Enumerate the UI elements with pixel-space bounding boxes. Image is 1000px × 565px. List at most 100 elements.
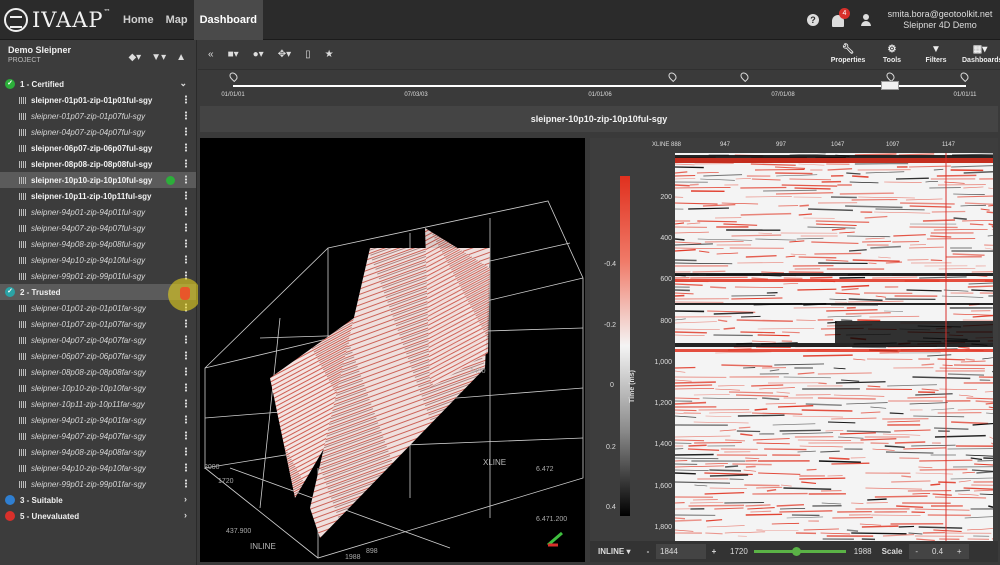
dataset-item[interactable]: sleipner-94p01-zip-94p01far-sgy xyxy=(0,412,196,428)
filter-icon[interactable]: ▼▾ xyxy=(151,52,166,63)
timeline-handle[interactable] xyxy=(881,81,899,90)
kebab-menu-icon[interactable] xyxy=(185,159,187,168)
kebab-menu-icon[interactable] xyxy=(185,143,187,152)
chevron-right-icon[interactable]: › xyxy=(184,494,187,504)
inline-number-input[interactable]: 1844 xyxy=(656,544,706,559)
increment-button[interactable]: + xyxy=(706,547,722,556)
kebab-menu-icon[interactable] xyxy=(185,463,187,472)
timeline-pin-icon[interactable] xyxy=(227,70,240,83)
dataset-item[interactable]: sleipner-10p11-zip-10p11far-sgy xyxy=(0,396,196,412)
group-trusted[interactable]: ✓ 2 - Trusted xyxy=(0,284,196,300)
dataset-item[interactable]: sleipner-99p01-zip-99p01ful-sgy xyxy=(0,268,196,284)
colorbar-tick: 0 xyxy=(610,382,614,389)
dataset-item[interactable]: sleipner-94p08-zip-94p08far-sgy xyxy=(0,444,196,460)
properties-button[interactable]: 🔧︎ Properties xyxy=(830,44,866,64)
dataset-item[interactable]: sleipner-01p07-zip-01p07ful-sgy xyxy=(0,108,196,124)
scale-increment-button[interactable]: + xyxy=(957,547,962,556)
kebab-menu-icon[interactable] xyxy=(185,479,187,488)
kebab-menu-icon[interactable] xyxy=(185,367,187,376)
orientation-gizmo-icon[interactable] xyxy=(545,528,565,548)
tools-button[interactable]: ⚙ Tools xyxy=(874,44,910,64)
dataset-item[interactable]: sleipner-99p01-zip-99p01far-sgy xyxy=(0,476,196,492)
kebab-menu-icon[interactable] xyxy=(185,415,187,424)
user-icon[interactable] xyxy=(860,14,872,26)
move-icon[interactable]: ✥▾ xyxy=(278,49,291,60)
dataset-item[interactable]: sleipner-94p10-zip-94p10far-sgy xyxy=(0,460,196,476)
dataset-item[interactable]: sleipner-10p11-zip-10p11ful-sgy xyxy=(0,188,196,204)
kebab-menu-icon[interactable] xyxy=(185,111,187,120)
timeline-pin-icon[interactable] xyxy=(666,70,679,83)
dataset-item[interactable]: sleipner-94p07-zip-94p07ful-sgy xyxy=(0,220,196,236)
trash-icon[interactable]: ▯ xyxy=(305,49,311,60)
grip-icon xyxy=(19,192,26,200)
user-menu[interactable]: smita.bora@geotoolkit.net Sleipner 4D De… xyxy=(880,9,1000,31)
group-unevaluated[interactable]: 5 - Unevaluated › xyxy=(0,508,196,524)
notifications-button[interactable]: 4 xyxy=(832,8,850,27)
dataset-item[interactable]: sleipner-10p10-zip-10p10far-sgy xyxy=(0,380,196,396)
chevron-down-icon[interactable]: ⌄ xyxy=(179,78,187,89)
kebab-menu-icon[interactable] xyxy=(185,95,187,104)
seismic-section-view[interactable]: -0.4 -0.2 0 0.2 0.4 Time (ms) XLINE 888 … xyxy=(590,138,998,541)
group-suitable[interactable]: 3 - Suitable › xyxy=(0,492,196,508)
slider-knob[interactable] xyxy=(791,547,801,556)
kebab-menu-icon[interactable] xyxy=(185,319,187,328)
dataset-label: sleipner-01p07-zip-01p07ful-sgy xyxy=(31,111,146,121)
dataset-item[interactable]: sleipner-94p07-zip-94p07far-sgy xyxy=(0,428,196,444)
star-icon[interactable]: ★ xyxy=(325,49,334,60)
kebab-menu-icon[interactable] xyxy=(185,191,187,200)
ivaap-logo[interactable]: IVAAP™ xyxy=(4,6,116,34)
video-camera-icon[interactable]: ■▾ xyxy=(228,49,239,60)
tag-icon[interactable]: ◆▾ xyxy=(128,52,141,63)
dataset-item[interactable]: sleipner-08p08-zip-08p08far-sgy xyxy=(0,364,196,380)
kebab-menu-icon[interactable] xyxy=(185,383,187,392)
kebab-menu-icon[interactable] xyxy=(185,335,187,344)
kebab-menu-icon[interactable] xyxy=(185,399,187,408)
dataset-item[interactable]: sleipner-10p10-zip-10p10ful-sgy xyxy=(0,172,196,188)
camera-icon[interactable]: ●▾ xyxy=(253,49,264,60)
kebab-menu-icon[interactable] xyxy=(185,223,187,232)
seismic-trace xyxy=(922,219,956,222)
kebab-menu-icon[interactable] xyxy=(185,431,187,440)
nav-map[interactable]: Map xyxy=(160,0,194,40)
dataset-item[interactable]: sleipner-04p07-zip-04p07far-sgy xyxy=(0,332,196,348)
dataset-item[interactable]: sleipner-04p07-zip-04p07ful-sgy xyxy=(0,124,196,140)
dataset-item[interactable]: sleipner-01p01-zip-01p01far-sgy xyxy=(0,300,196,316)
collapse-up-icon[interactable]: ▲ xyxy=(176,52,186,63)
scale-decrement-button[interactable]: - xyxy=(915,547,918,556)
kebab-menu-icon[interactable] xyxy=(185,255,187,264)
dataset-item[interactable]: sleipner-94p08-zip-94p08ful-sgy xyxy=(0,236,196,252)
dataset-item[interactable]: sleipner-01p07-zip-01p07far-sgy xyxy=(0,316,196,332)
dataset-item[interactable]: sleipner-06p07-zip-06p07ful-sgy xyxy=(0,140,196,156)
dataset-item[interactable]: sleipner-08p08-zip-08p08ful-sgy xyxy=(0,156,196,172)
nav-dashboard[interactable]: Dashboard xyxy=(193,0,264,40)
dataset-item[interactable]: sleipner-94p01-zip-94p01ful-sgy xyxy=(0,204,196,220)
dataset-item[interactable]: sleipner-01p01-zip-01p01ful-sgy xyxy=(0,92,196,108)
dashboards-button[interactable]: ▦▾ Dashboards xyxy=(962,44,1000,64)
seismic-3d-view[interactable]: 1450 XLINE 2000 1720 6.472 437.900 INLIN… xyxy=(200,138,585,562)
time-slider[interactable]: 01/01/01 07/03/03 01/01/06 07/01/08 01/0… xyxy=(198,70,1000,104)
seismic-trace xyxy=(861,525,899,528)
kebab-menu-icon[interactable] xyxy=(185,351,187,360)
dataset-item[interactable]: sleipner-06p07-zip-06p07far-sgy xyxy=(0,348,196,364)
help-icon[interactable]: ? xyxy=(807,14,819,26)
nav-home[interactable]: Home xyxy=(117,0,160,40)
dataset-item[interactable]: sleipner-94p10-zip-94p10ful-sgy xyxy=(0,252,196,268)
grip-icon xyxy=(19,480,26,488)
seismic-section-image[interactable] xyxy=(675,153,993,541)
scale-stepper[interactable]: - 0.4 + xyxy=(908,544,969,559)
collapse-sidebar-icon[interactable]: « xyxy=(208,49,214,60)
kebab-menu-icon[interactable] xyxy=(185,447,187,456)
decrement-button[interactable]: - xyxy=(640,547,656,556)
kebab-menu-icon[interactable] xyxy=(185,207,187,216)
inline-slider[interactable] xyxy=(753,547,846,556)
kebab-menu-icon[interactable] xyxy=(185,127,187,136)
dataset-label: sleipner-94p08-zip-94p08far-sgy xyxy=(31,447,146,457)
timeline-pin-icon[interactable] xyxy=(958,70,971,83)
slice-mode-select[interactable]: INLINE ▾ xyxy=(590,547,640,556)
filters-button[interactable]: ▼ Filters xyxy=(918,44,954,64)
kebab-menu-icon[interactable] xyxy=(185,175,187,184)
chevron-right-icon[interactable]: › xyxy=(184,510,187,520)
kebab-menu-icon[interactable] xyxy=(185,239,187,248)
timeline-pin-icon[interactable] xyxy=(738,70,751,83)
group-certified[interactable]: ✓ 1 - Certified ⌄ xyxy=(0,76,196,92)
